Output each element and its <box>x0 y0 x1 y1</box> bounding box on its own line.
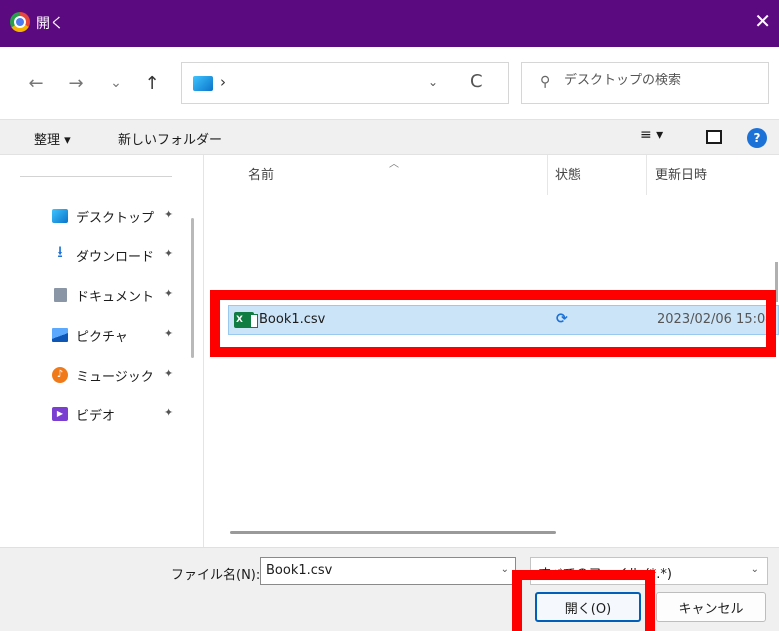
navigation-pane: デスクトップ ✦ ⭳ ダウンロード ✦ ドキュメント ✦ ピクチャ ✦ ♪ ミュ… <box>0 155 204 547</box>
pin-icon[interactable]: ✦ <box>164 406 173 419</box>
sidebar-item-label: デスクトップ <box>76 211 155 226</box>
pin-icon[interactable]: ✦ <box>164 367 173 380</box>
pin-icon[interactable]: ✦ <box>164 208 173 221</box>
file-name: Book1.csv <box>259 312 326 327</box>
column-header-modified[interactable]: 更新日時 <box>655 164 707 183</box>
video-icon: ▶ <box>52 407 68 421</box>
file-type-chevron-icon[interactable]: ⌄ <box>751 564 759 575</box>
help-icon[interactable]: ? <box>747 128 767 148</box>
file-list-horizontal-scrollbar[interactable] <box>230 531 556 534</box>
up-arrow-icon[interactable]: ↑ <box>140 73 164 94</box>
back-arrow-icon[interactable]: ← <box>24 73 48 94</box>
pin-icon[interactable]: ✦ <box>164 287 173 300</box>
picture-icon <box>52 328 68 342</box>
dialog-footer: ファイル名(N): ⌄ すべてのファイル (*.*) ⌄ 開く(O) キャンセル <box>0 547 779 631</box>
cancel-button[interactable]: キャンセル <box>656 592 766 622</box>
music-icon: ♪ <box>52 367 68 383</box>
column-header-status[interactable]: 状態 <box>555 164 581 183</box>
filename-label: ファイル名(N): <box>171 568 261 583</box>
column-divider[interactable] <box>646 155 647 195</box>
file-list-vertical-scrollbar[interactable] <box>775 262 778 302</box>
desktop-icon <box>52 209 68 223</box>
file-list-view: ︿ 名前 状態 更新日時 X Book1.csv ⟳ 2023/02/06 15… <box>205 155 779 547</box>
sidebar-item-label: ドキュメント <box>76 290 155 305</box>
sidebar-item-music[interactable]: ♪ ミュージック ✦ <box>52 365 182 389</box>
organize-menu-button[interactable]: 整理 ▾ <box>34 129 71 148</box>
command-bar: 整理 ▾ 新しいフォルダー ≡ ▾ ? <box>0 119 779 155</box>
open-button[interactable]: 開く(O) <box>535 592 641 622</box>
navigation-bar: ← → ⌄ ↑ › ⌄ C ⚲ <box>0 47 779 119</box>
sidebar-scrollbar[interactable] <box>191 218 194 358</box>
refresh-icon[interactable]: C <box>470 71 483 92</box>
column-divider[interactable] <box>547 155 548 195</box>
filename-combobox[interactable]: ⌄ <box>260 557 516 585</box>
pin-icon[interactable]: ✦ <box>164 327 173 340</box>
desktop-folder-icon <box>193 76 213 91</box>
search-input[interactable] <box>564 73 760 88</box>
breadcrumb-separator-icon[interactable]: › <box>220 73 226 91</box>
sidebar-item-downloads[interactable]: ⭳ ダウンロード ✦ <box>52 242 182 269</box>
sidebar-item-pictures[interactable]: ピクチャ ✦ <box>52 325 182 349</box>
sidebar-item-documents[interactable]: ドキュメント ✦ <box>52 285 182 309</box>
sidebar-item-label: ピクチャ <box>76 330 128 345</box>
download-icon: ⭳ <box>57 242 63 261</box>
forward-arrow-icon[interactable]: → <box>64 73 88 94</box>
sidebar-item-label: ビデオ <box>76 409 116 424</box>
sort-ascending-icon: ︿ <box>389 159 399 170</box>
window-title: 開く <box>36 16 64 32</box>
column-header-name[interactable]: 名前 <box>248 164 274 183</box>
view-options-menu-icon[interactable]: ≡ ▾ <box>640 127 663 143</box>
excel-icon: X <box>234 312 258 328</box>
file-modified-date: 2023/02/06 15:04 <box>657 312 774 327</box>
filename-input[interactable] <box>266 563 486 578</box>
chrome-app-icon <box>10 12 30 32</box>
file-type-select[interactable]: すべてのファイル (*.*) ⌄ <box>530 557 768 585</box>
pin-icon[interactable]: ✦ <box>164 247 173 260</box>
sidebar-item-label: ダウンロード <box>76 250 155 265</box>
filename-dropdown-chevron-icon[interactable]: ⌄ <box>501 564 509 575</box>
sidebar-item-desktop[interactable]: デスクトップ ✦ <box>52 206 182 230</box>
sidebar-divider <box>20 176 172 177</box>
title-bar: 開く ✕ <box>0 0 779 47</box>
sidebar-item-videos[interactable]: ▶ ビデオ ✦ <box>52 404 182 428</box>
document-icon <box>54 288 67 302</box>
search-box[interactable]: ⚲ <box>521 62 769 104</box>
new-folder-button[interactable]: 新しいフォルダー <box>118 129 222 148</box>
close-icon[interactable]: ✕ <box>754 9 771 33</box>
recent-locations-chevron-icon[interactable]: ⌄ <box>104 75 128 91</box>
preview-pane-icon[interactable] <box>706 130 722 144</box>
sync-icon: ⟳ <box>556 311 568 327</box>
search-icon: ⚲ <box>540 74 551 90</box>
file-type-value: すべてのファイル (*.*) <box>538 567 672 582</box>
address-bar[interactable]: › ⌄ C <box>181 62 509 104</box>
file-row[interactable]: X Book1.csv ⟳ 2023/02/06 15:04 <box>228 305 779 335</box>
sidebar-item-label: ミュージック <box>76 370 154 385</box>
address-dropdown-chevron-icon[interactable]: ⌄ <box>428 75 438 89</box>
